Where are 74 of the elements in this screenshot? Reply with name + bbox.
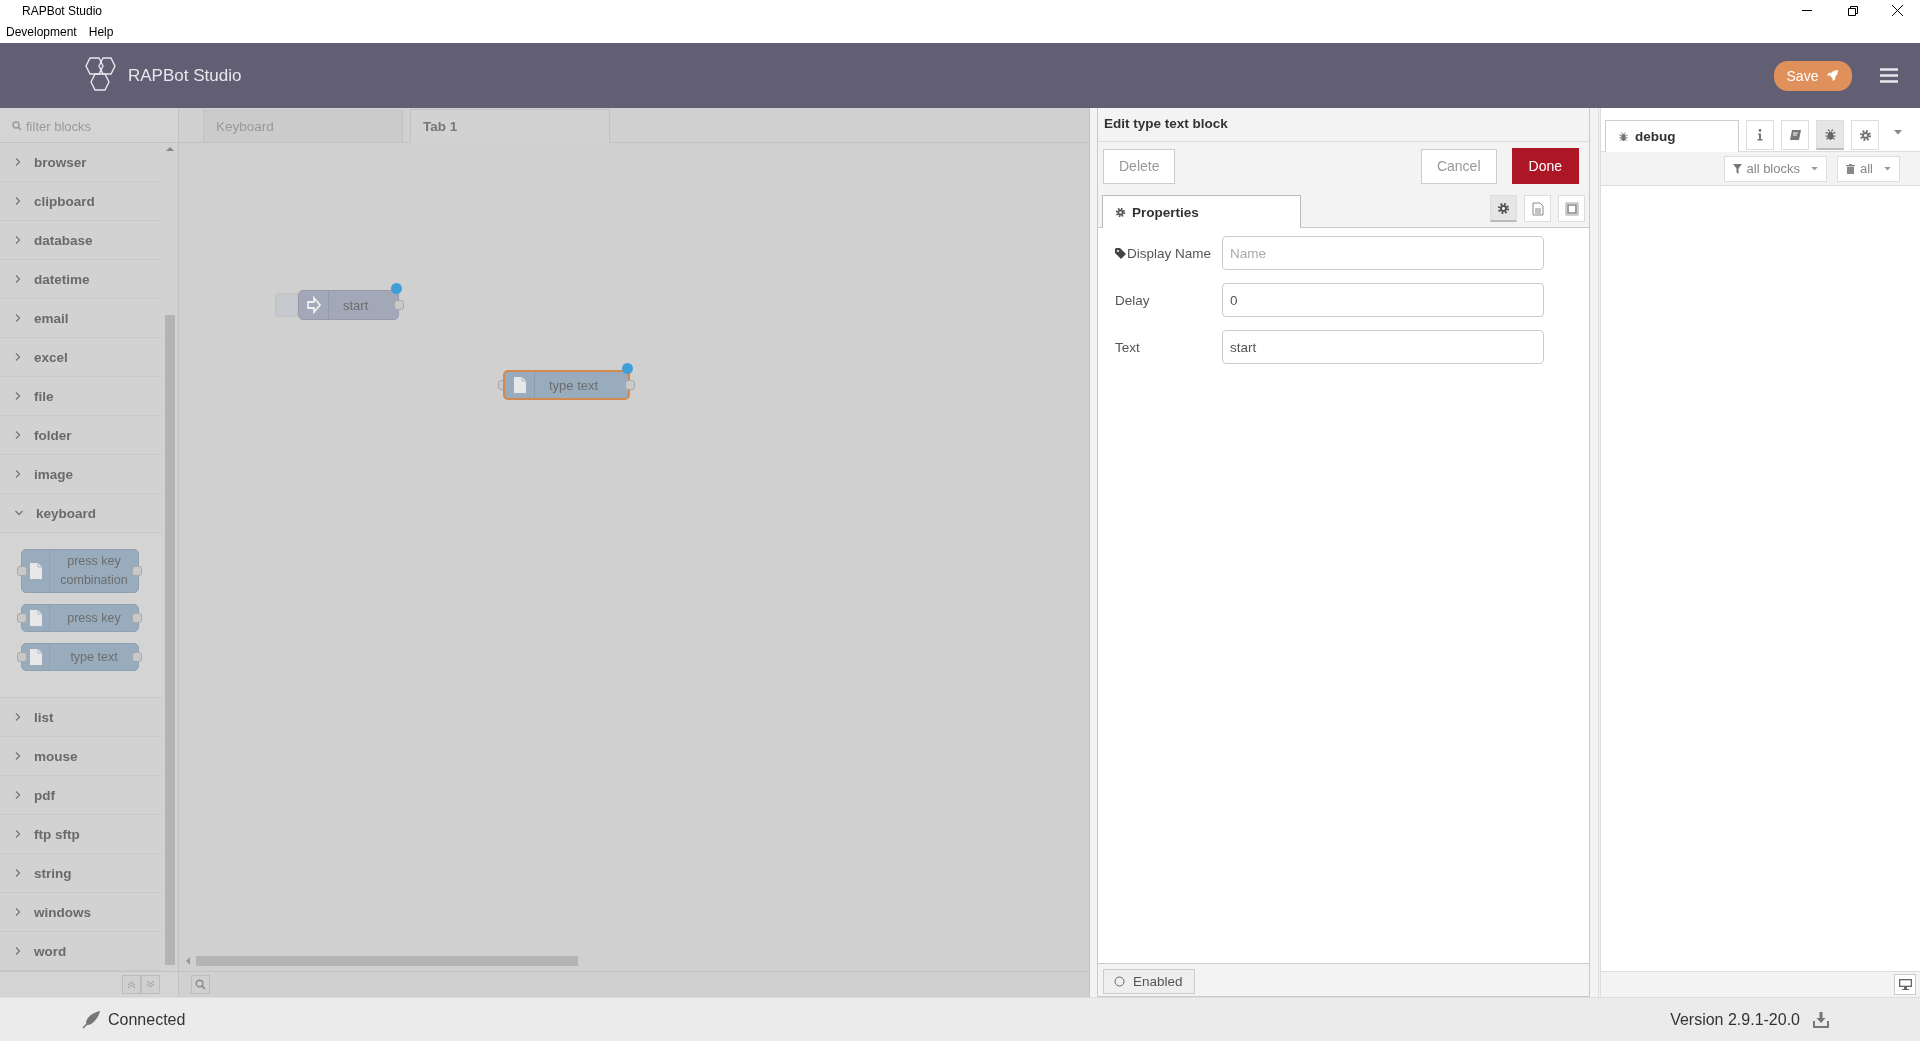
- monitor-button[interactable]: [1894, 974, 1916, 995]
- gear-icon: [1115, 206, 1126, 218]
- port-handle: [132, 566, 142, 576]
- search-icon: [12, 121, 22, 131]
- palette-block[interactable]: press key combination: [21, 549, 139, 593]
- sidebar-tool-button[interactable]: [1816, 120, 1844, 150]
- document-icon: [512, 376, 527, 394]
- panel-tab[interactable]: [1558, 195, 1585, 222]
- menu-item[interactable]: Help: [88, 25, 114, 39]
- tag-icon: [1115, 247, 1126, 259]
- caret-icon: [1884, 166, 1891, 171]
- circle-icon: [1114, 976, 1125, 987]
- trash-icon: [1846, 163, 1855, 174]
- gear-icon: [1858, 128, 1872, 142]
- menu-item[interactable]: Development: [6, 25, 77, 39]
- panel-tab[interactable]: [1490, 195, 1517, 222]
- monitor-icon: [1898, 979, 1912, 990]
- chevrons-down-icon: [146, 980, 155, 989]
- app-title: RAPBot Studio: [128, 65, 242, 86]
- tray-title: Edit type text block: [1098, 108, 1589, 142]
- document-icon: [28, 562, 43, 580]
- field-label: Display Name: [1115, 245, 1222, 261]
- caret-icon: [1811, 166, 1818, 171]
- download-icon[interactable]: [1812, 1010, 1830, 1029]
- document-icon: [28, 648, 43, 666]
- properties-tab[interactable]: Properties: [1102, 195, 1301, 228]
- clear-button[interactable]: all: [1837, 155, 1900, 182]
- scroll-up-icon[interactable]: [166, 146, 175, 151]
- filter-icon: [1732, 163, 1742, 174]
- port-handle: [625, 380, 636, 390]
- filter-button[interactable]: all blocks: [1723, 155, 1827, 182]
- caret-icon[interactable]: [1894, 130, 1902, 135]
- search-button[interactable]: [191, 975, 210, 994]
- window-title: RAPBot Studio: [22, 4, 103, 18]
- scrollbar-thumb[interactable]: [165, 315, 175, 965]
- port-handle: [132, 652, 142, 662]
- input-field[interactable]: Name: [1222, 236, 1544, 270]
- document-icon: [1531, 201, 1544, 216]
- bug-icon: [1823, 128, 1837, 141]
- save-button[interactable]: Save: [1774, 60, 1852, 91]
- cancel-button[interactable]: Cancel: [1420, 148, 1497, 184]
- palette-block[interactable]: press key: [21, 604, 139, 632]
- info-icon: [1757, 129, 1763, 141]
- bug-icon: [1618, 131, 1629, 142]
- book-icon: [1788, 128, 1802, 142]
- field-label: Delay: [1115, 292, 1151, 308]
- scrollbar-thumb[interactable]: [196, 956, 578, 966]
- gear-icon: [1497, 201, 1510, 215]
- connection-status: Connected: [108, 1010, 186, 1029]
- palette-block[interactable]: type text: [21, 643, 139, 671]
- delete-button[interactable]: Delete: [1103, 148, 1176, 184]
- search-icon: [195, 979, 206, 990]
- arrow-icon: [306, 296, 321, 314]
- scroll-left-icon[interactable]: [185, 957, 190, 965]
- done-button[interactable]: Done: [1511, 148, 1579, 184]
- sidebar-tool-button[interactable]: [1851, 120, 1879, 150]
- flow-node[interactable]: type text: [503, 370, 631, 400]
- input-field[interactable]: start: [1222, 330, 1544, 364]
- enabled-button[interactable]: Enabled: [1103, 969, 1195, 994]
- sidebar-tool-button[interactable]: [1746, 120, 1774, 150]
- rocket-icon: [1826, 69, 1840, 82]
- menu-icon[interactable]: [1880, 68, 1898, 83]
- version-text: Version 2.9.1-20.0: [1670, 1010, 1800, 1029]
- flow-node[interactable]: start: [298, 290, 400, 320]
- port-handle: [394, 300, 405, 310]
- port-handle: [132, 613, 142, 623]
- frame-icon: [1564, 201, 1579, 216]
- sidebar-tool-button[interactable]: [1781, 120, 1809, 150]
- input-field[interactable]: 0: [1222, 283, 1544, 317]
- document-icon: [28, 609, 43, 627]
- workspace-tab[interactable]: Tab 1: [410, 109, 610, 143]
- sidebar-tab[interactable]: debug: [1605, 120, 1739, 152]
- chevrons-up-icon: [127, 980, 136, 989]
- field-label: Text: [1115, 339, 1141, 355]
